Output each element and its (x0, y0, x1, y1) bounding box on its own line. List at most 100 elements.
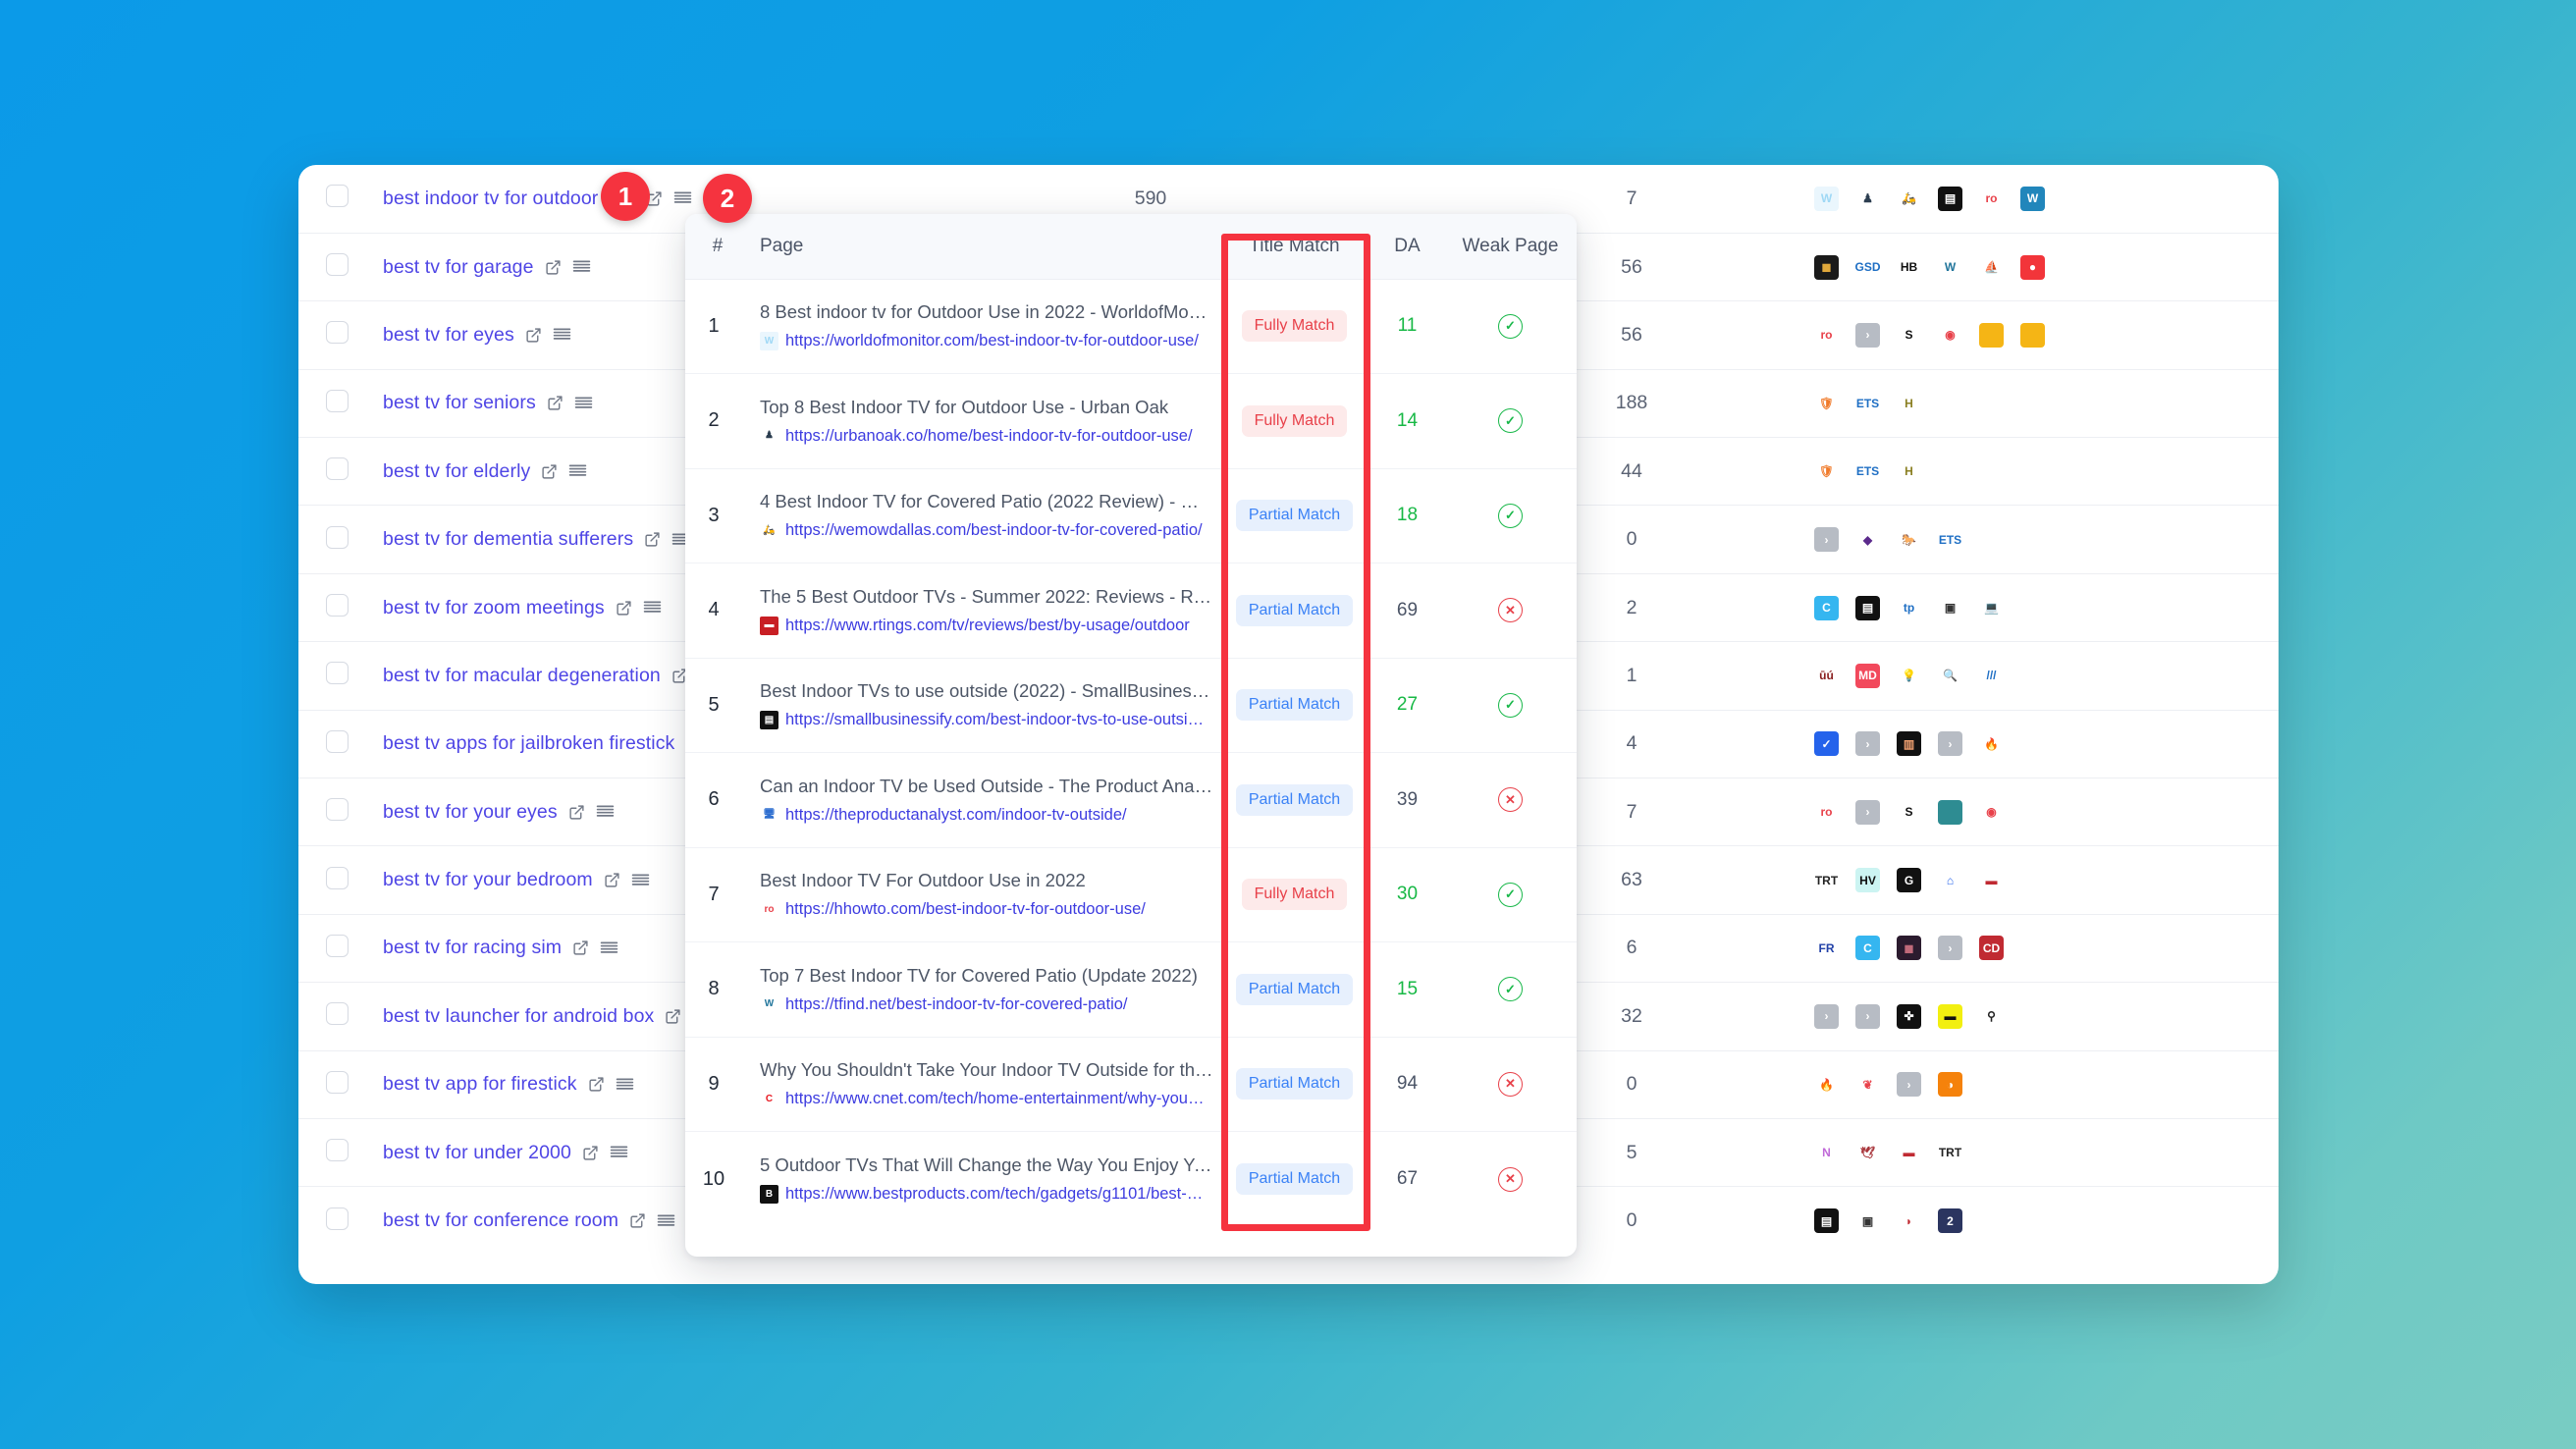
col-header-page[interactable]: Page (742, 214, 1218, 280)
serp-list-icon[interactable] (572, 259, 591, 275)
serp-result-row[interactable]: 10 5 Outdoor TVs That Will Change the Way… (685, 1131, 1577, 1226)
keyword-link[interactable]: best tv for eyes (383, 324, 514, 347)
result-url[interactable]: https://www.rtings.com/tv/reviews/best/b… (785, 617, 1190, 635)
serp-favicons-cell: ◼ GSD HB W ⛵ ● (1808, 232, 2279, 301)
result-url[interactable]: https://smallbusinessify.com/best-indoor… (785, 711, 1208, 729)
result-url[interactable]: https://wemowdallas.com/best-indoor-tv-f… (785, 521, 1203, 540)
serp-result-row[interactable]: 2 Top 8 Best Indoor TV for Outdoor Use - … (685, 373, 1577, 468)
result-url[interactable]: https://theproductanalyst.com/indoor-tv-… (785, 806, 1127, 825)
keyword-link[interactable]: best tv for your eyes (383, 801, 558, 824)
keyword-link[interactable]: best tv for garage (383, 256, 534, 279)
serp-list-icon[interactable] (616, 1077, 634, 1093)
keyword-link[interactable]: best indoor tv for outdoor use (383, 188, 635, 210)
result-page-cell: Best Indoor TVs to use outside (2022) - … (742, 657, 1218, 753)
col-header-rank[interactable]: # (685, 214, 742, 280)
row-checkbox[interactable] (325, 729, 349, 753)
row-checkbox-cell (298, 368, 375, 438)
serp-result-row[interactable]: 8 Top 7 Best Indoor TV for Covered Patio … (685, 941, 1577, 1037)
title-match-badge: Partial Match (1235, 1068, 1354, 1100)
row-checkbox[interactable] (325, 662, 349, 685)
external-link-icon[interactable] (665, 1008, 681, 1025)
row-checkbox[interactable] (325, 1002, 349, 1026)
serp-result-row[interactable]: 3 4 Best Indoor TV for Covered Patio (202… (685, 467, 1577, 564)
external-link-icon[interactable] (568, 804, 585, 821)
title-match-cell: Partial Match (1218, 752, 1370, 847)
row-checkbox[interactable] (325, 594, 349, 617)
keyword-link[interactable]: best tv apps for jailbroken firestick (383, 732, 674, 755)
row-checkbox[interactable] (325, 866, 349, 889)
serp-result-row[interactable]: 7 Best Indoor TV For Outdoor Use in 2022 r… (685, 846, 1577, 942)
serp-list-icon[interactable] (643, 600, 662, 616)
external-link-icon[interactable] (582, 1145, 599, 1161)
col-header-da[interactable]: DA (1370, 214, 1444, 280)
row-checkbox[interactable] (325, 1070, 349, 1094)
col-header-weak-page[interactable]: Weak Page (1444, 214, 1577, 280)
row-checkbox-cell (298, 778, 375, 846)
row-checkbox[interactable] (325, 321, 349, 345)
serp-list-icon[interactable] (631, 873, 650, 888)
external-link-icon[interactable] (572, 939, 589, 956)
row-checkbox[interactable] (325, 934, 349, 957)
serp-list-icon[interactable] (553, 327, 571, 343)
external-link-icon[interactable] (541, 463, 558, 480)
serp-list-icon[interactable] (568, 463, 587, 479)
keyword-link[interactable]: best tv for seniors (383, 392, 536, 414)
row-checkbox[interactable] (325, 1139, 349, 1162)
keyword-link[interactable]: best tv app for firestick (383, 1073, 577, 1096)
result-url[interactable]: https://hhowto.com/best-indoor-tv-for-ou… (785, 900, 1146, 919)
row-checkbox[interactable] (325, 798, 349, 822)
result-url[interactable]: https://worldofmonitor.com/best-indoor-t… (785, 332, 1199, 350)
serp-overview-popup: # Page Title Match DA Weak Page 18 Best … (685, 214, 1577, 1257)
external-link-icon[interactable] (525, 327, 542, 344)
serp-result-row[interactable]: 1 8 Best indoor tv for Outdoor Use in 202… (685, 279, 1577, 374)
result-url[interactable]: https://www.cnet.com/tech/home-entertain… (785, 1090, 1208, 1108)
external-link-icon[interactable] (616, 600, 632, 617)
title-match-badge: Fully Match (1241, 404, 1348, 437)
x-circle-icon: ✕ (1498, 1166, 1523, 1192)
serp-list-icon[interactable] (610, 1145, 628, 1160)
serp-list-icon[interactable] (673, 190, 692, 206)
serp-result-row[interactable]: 5 Best Indoor TVs to use outside (2022) -… (685, 657, 1577, 753)
row-checkbox[interactable] (325, 1207, 349, 1230)
keyword-link[interactable]: best tv launcher for android box (383, 1005, 654, 1028)
result-title: Best Indoor TVs to use outside (2022) - … (760, 680, 1218, 702)
favicon-icon: ro (760, 900, 778, 920)
row-checkbox[interactable] (325, 389, 349, 412)
serp-list-icon[interactable] (596, 804, 615, 820)
row-checkbox[interactable] (325, 525, 349, 549)
result-title: Top 8 Best Indoor TV for Outdoor Use - U… (760, 396, 1169, 417)
external-link-icon[interactable] (629, 1212, 646, 1229)
favicon-icon: › (1814, 1003, 1839, 1029)
keyword-link[interactable]: best tv for elderly (383, 460, 530, 483)
serp-result-row[interactable]: 6 Can an Indoor TV be Used Outside - The … (685, 752, 1577, 847)
col-header-title-match[interactable]: Title Match (1218, 214, 1370, 280)
result-url[interactable]: https://tfind.net/best-indoor-tv-for-cov… (785, 995, 1128, 1014)
serp-list-icon[interactable] (574, 396, 593, 411)
serp-list-icon[interactable] (600, 940, 618, 956)
keyword-link[interactable]: best tv for zoom meetings (383, 597, 605, 619)
keyword-link[interactable]: best tv for dementia sufferers (383, 528, 633, 551)
external-link-icon[interactable] (604, 872, 620, 888)
favicon-icon: ▬ (1979, 868, 2004, 893)
keyword-link[interactable]: best tv for conference room (383, 1209, 618, 1232)
external-link-icon[interactable] (644, 531, 661, 548)
keyword-link[interactable]: best tv for racing sim (383, 937, 562, 959)
result-url[interactable]: https://urbanoak.co/home/best-indoor-tv-… (785, 427, 1193, 446)
keyword-link[interactable]: best tv for under 2000 (383, 1142, 571, 1164)
title-match-cell: Partial Match (1218, 467, 1370, 564)
external-link-icon[interactable] (547, 395, 564, 411)
row-checkbox[interactable] (325, 253, 349, 277)
favicon-icon: ◉ (1938, 322, 1962, 348)
serp-result-row[interactable]: 4 The 5 Best Outdoor TVs - Summer 2022: R… (685, 563, 1577, 658)
keyword-link[interactable]: best tv for macular degeneration (383, 665, 661, 687)
favicon-icon: › (1855, 731, 1880, 757)
keyword-link[interactable]: best tv for your bedroom (383, 869, 593, 891)
serp-list-icon[interactable] (657, 1213, 675, 1229)
external-link-icon[interactable] (545, 259, 562, 276)
result-url[interactable]: https://www.bestproducts.com/tech/gadget… (785, 1185, 1208, 1204)
external-link-icon[interactable] (588, 1076, 605, 1093)
row-checkbox[interactable] (325, 185, 349, 208)
row-checkbox[interactable] (325, 457, 349, 481)
favicon-icon: ETS (1855, 391, 1880, 416)
serp-result-row[interactable]: 9 Why You Shouldn't Take Your Indoor TV O… (685, 1036, 1577, 1132)
